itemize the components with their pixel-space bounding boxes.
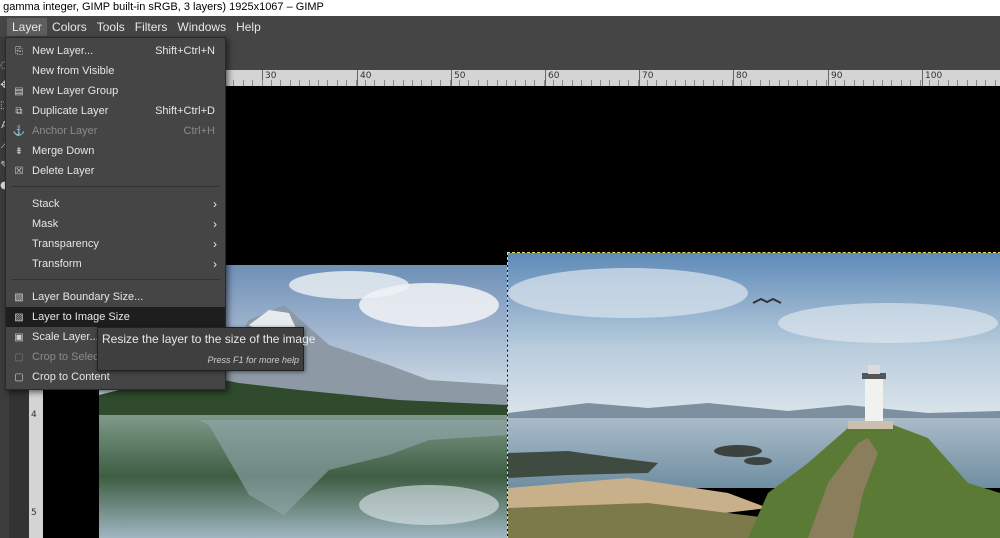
- menu-item-layer-boundary-size[interactable]: ▧ Layer Boundary Size...: [6, 287, 225, 307]
- menu-item-label: Layer Boundary Size...: [32, 291, 144, 303]
- menu-separator: [11, 279, 220, 280]
- menu-item-label: Transparency: [32, 238, 99, 250]
- ruler-label: 100: [925, 71, 943, 81]
- menu-layer[interactable]: Layer: [7, 17, 48, 36]
- chevron-right-icon: ›: [213, 237, 217, 251]
- chevron-right-icon: ›: [213, 257, 217, 271]
- menu-item-label: Layer to Image Size: [32, 311, 130, 323]
- menu-colors[interactable]: Colors: [47, 18, 92, 36]
- menu-separator: [11, 186, 220, 187]
- tooltip-hint: Press F1 for more help: [207, 355, 299, 365]
- menu-item-anchor-layer[interactable]: ⚓ Anchor Layer Ctrl+H: [6, 121, 225, 141]
- menu-item-label: Transform: [32, 258, 82, 270]
- menu-windows[interactable]: Windows: [172, 18, 231, 36]
- menu-item-layer-to-image-size[interactable]: ▨ Layer to Image Size: [6, 307, 225, 327]
- crop-content-icon: ▢: [14, 371, 24, 383]
- menu-item-new-from-visible[interactable]: New from Visible: [6, 61, 225, 81]
- tooltip-text: Resize the layer to the size of the imag…: [102, 332, 316, 346]
- menu-item-label: Crop to Content: [32, 371, 110, 383]
- menubar: Layer Colors Tools Filters Windows Help: [0, 16, 1000, 37]
- horizontal-ruler[interactable]: 30 40 50 60 70 80 90 100: [224, 70, 1000, 87]
- menu-item-label: Anchor Layer: [32, 125, 98, 137]
- new-layer-icon: ⎘: [15, 45, 23, 57]
- menu-item-mask[interactable]: Mask ›: [6, 214, 225, 234]
- anchor-icon: ⚓: [12, 125, 26, 137]
- menu-item-delete-layer[interactable]: ☒ Delete Layer: [6, 161, 225, 181]
- menu-tooltip: Resize the layer to the size of the imag…: [97, 327, 315, 371]
- menu-item-label: Mask: [32, 218, 59, 230]
- ruler-label: 4: [31, 410, 37, 420]
- merge-down-icon: ⇟: [14, 145, 24, 157]
- vertical-ruler[interactable]: 4 5: [29, 380, 44, 538]
- chevron-right-icon: ›: [213, 197, 217, 211]
- menu-item-duplicate-layer[interactable]: ⧉ Duplicate Layer Shift+Ctrl+D: [6, 101, 225, 121]
- menu-item-accel: Shift+Ctrl+N: [155, 45, 215, 57]
- menu-item-label: Delete Layer: [32, 165, 95, 177]
- ruler-label: 5: [31, 508, 37, 518]
- window-title: t gamma integer, GIMP built-in sRGB, 3 l…: [0, 0, 1000, 16]
- menu-item-transparency[interactable]: Transparency ›: [6, 234, 225, 254]
- menu-filters[interactable]: Filters: [130, 18, 173, 36]
- menu-item-label: Duplicate Layer: [32, 105, 109, 117]
- menu-item-accel: Shift+Ctrl+D: [155, 105, 215, 117]
- menu-item-transform[interactable]: Transform ›: [6, 254, 225, 274]
- menu-item-label: New from Visible: [32, 65, 115, 77]
- menu-item-label: Merge Down: [32, 145, 95, 157]
- menu-item-label: New Layer Group: [32, 85, 119, 97]
- menu-item-accel: Ctrl+H: [183, 125, 215, 137]
- layer-group-icon: ▤: [14, 85, 24, 97]
- layer-to-image-icon: ▨: [14, 311, 24, 323]
- menu-item-label: Stack: [32, 198, 60, 210]
- menu-item-new-layer-group[interactable]: ▤ New Layer Group: [6, 81, 225, 101]
- menu-item-stack[interactable]: Stack ›: [6, 194, 225, 214]
- menu-help[interactable]: Help: [231, 18, 266, 36]
- duplicate-icon: ⧉: [15, 105, 23, 117]
- menu-item-merge-down[interactable]: ⇟ Merge Down: [6, 141, 225, 161]
- scale-layer-icon: ▣: [14, 331, 24, 343]
- menu-tools[interactable]: Tools: [92, 18, 130, 36]
- menu-item-new-layer[interactable]: ⎘ New Layer... Shift+Ctrl+N: [6, 41, 225, 61]
- menu-item-label: New Layer...: [32, 45, 94, 57]
- ruler-label: 90: [831, 71, 843, 81]
- lighthouse-photo-layer: [507, 252, 1000, 538]
- boundary-size-icon: ▧: [14, 291, 24, 303]
- chevron-right-icon: ›: [213, 217, 217, 231]
- crop-selection-icon: ▢: [14, 351, 24, 363]
- delete-icon: ☒: [14, 165, 24, 177]
- left-dock: [9, 380, 29, 538]
